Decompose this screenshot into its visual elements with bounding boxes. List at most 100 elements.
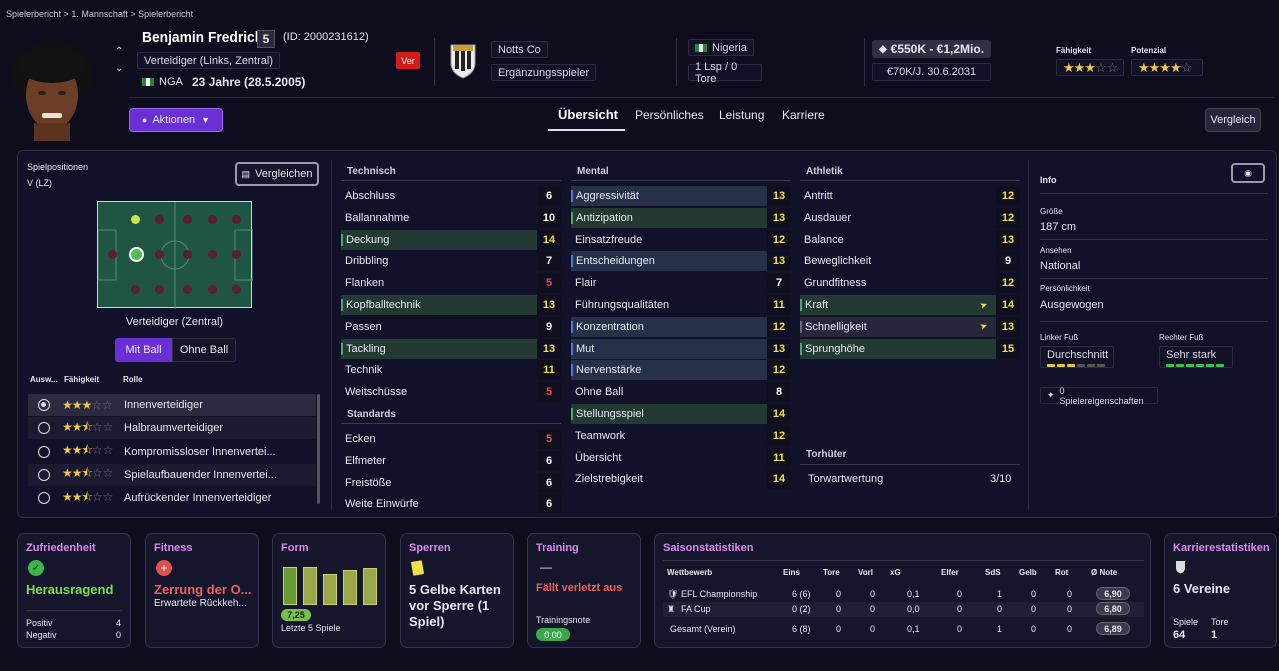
chevron-up-icon[interactable]: ⌃	[115, 46, 123, 57]
actions-button[interactable]: ● Aktionen ▼	[129, 108, 223, 132]
career-stats-card[interactable]: Karrierestatistiken 6 Vereine Spiele 64 …	[1164, 533, 1277, 648]
position-dot[interactable]	[232, 285, 241, 294]
attribute-row[interactable]: Kraft ➤ 14	[800, 295, 1020, 315]
role-radio[interactable]	[38, 399, 50, 411]
position-dot[interactable]	[208, 215, 217, 224]
role-row[interactable]: ★★⯪☆☆ Kompromissloser Innenvertei...	[28, 441, 316, 463]
breadcrumb-item[interactable]: Spielerbericht	[138, 9, 193, 19]
attribute-row[interactable]: Weitschüsse 5	[341, 382, 561, 403]
position-dot[interactable]	[208, 285, 217, 294]
attribute-value: 14	[767, 469, 791, 490]
compare-positions-button[interactable]: ▤ Vergleichen	[235, 162, 319, 186]
attribute-row[interactable]: Flanken 5	[341, 273, 561, 294]
attribute-row[interactable]: Stellungsspiel 14	[571, 404, 791, 424]
tab-performance[interactable]: Leistung	[719, 108, 764, 122]
attribute-row[interactable]: Elfmeter 6	[341, 450, 561, 471]
without-ball-toggle[interactable]: Ohne Ball	[172, 338, 236, 362]
info-settings-button[interactable]: ◉	[1231, 163, 1265, 183]
attribute-row[interactable]: Abschluss 6	[341, 186, 561, 206]
national-team[interactable]: Nigeria	[688, 39, 754, 56]
attribute-name: Stellungsspiel	[571, 408, 767, 420]
position-dot[interactable]	[232, 215, 241, 224]
attribute-row[interactable]: Ohne Ball 8	[571, 382, 791, 403]
attribute-row[interactable]: Übersicht 11	[571, 447, 791, 468]
form-bar[interactable]	[323, 574, 337, 605]
fitness-card[interactable]: Fitness + Zerrung der O... Erwartete Rüc…	[145, 533, 259, 648]
attribute-row[interactable]: Grundfitness 12	[800, 273, 1020, 294]
position-dot[interactable]	[108, 250, 117, 259]
attribute-row[interactable]: Passen 9	[341, 316, 561, 337]
attribute-row[interactable]: Freistöße 6	[341, 472, 561, 493]
attribute-row[interactable]: Antizipation 13	[571, 207, 791, 228]
role-radio[interactable]	[38, 492, 50, 505]
role-radio[interactable]	[38, 445, 50, 458]
position-dot[interactable]	[155, 215, 164, 224]
attribute-row[interactable]: Antritt 12	[800, 186, 1020, 206]
roles-scrollbar[interactable]	[317, 394, 320, 504]
tab-overview[interactable]: Übersicht	[558, 107, 618, 122]
attribute-row[interactable]: Flair 7	[571, 273, 791, 294]
attribute-row[interactable]: Nervenstärke 12	[571, 360, 791, 381]
form-bar[interactable]	[363, 568, 377, 605]
position-dot-dc-selected[interactable]	[129, 247, 144, 262]
chevron-down-icon[interactable]: ⌄	[115, 63, 123, 74]
position-dot[interactable]	[155, 285, 164, 294]
position-dot[interactable]	[155, 250, 164, 259]
position-dot[interactable]	[131, 285, 140, 294]
bans-card[interactable]: Sperren 5 Gelbe Karten vor Sperre (1 Spi…	[400, 533, 514, 648]
position-dot-dl[interactable]	[131, 215, 140, 224]
season-competition[interactable]: FA Cup	[681, 604, 711, 614]
role-radio[interactable]	[38, 422, 50, 435]
attribute-row[interactable]: Ausdauer 12	[800, 207, 1020, 228]
attribute-row[interactable]: Konzentration 12	[571, 316, 791, 337]
club-crest[interactable]	[449, 41, 477, 79]
breadcrumb-item[interactable]: Spielerbericht	[6, 9, 61, 19]
attribute-row[interactable]: Ecken 5	[341, 429, 561, 449]
attribute-row[interactable]: Kopfballtechnik 13	[341, 295, 561, 315]
role-radio[interactable]	[38, 468, 50, 481]
position-dot[interactable]	[183, 215, 192, 224]
attribute-row[interactable]: Weite Einwürfe 6	[341, 494, 561, 515]
form-bar[interactable]	[283, 567, 297, 605]
attribute-row[interactable]: Entscheidungen 13	[571, 251, 791, 272]
traits-button[interactable]: ✦ 0 Spielereigenschaften	[1040, 386, 1158, 406]
form-card[interactable]: Form 7,25 Letzte 5 Spiele	[272, 533, 386, 648]
role-row[interactable]: ★★⯪☆☆ Halbraumverteidiger	[28, 417, 316, 440]
breadcrumb-item[interactable]: 1. Mannschaft	[71, 9, 128, 19]
form-bar[interactable]	[303, 567, 317, 605]
attribute-row[interactable]: Tackling 13	[341, 338, 561, 359]
attribute-row[interactable]: Führungsqualitäten 11	[571, 295, 791, 315]
tab-personal[interactable]: Persönliches	[635, 108, 704, 122]
with-ball-toggle[interactable]: Mit Ball	[115, 338, 172, 362]
attribute-row[interactable]: Ballannahme 10	[341, 207, 561, 228]
role-row[interactable]: ★★★☆☆ Innenverteidiger	[28, 394, 316, 416]
position-dot[interactable]	[183, 250, 192, 259]
attribute-row[interactable]: Deckung 14	[341, 229, 561, 250]
position-dot[interactable]	[232, 250, 241, 259]
attribute-row[interactable]: Balance 13	[800, 229, 1020, 250]
compare-button[interactable]: Vergleich	[1205, 108, 1261, 132]
role-row[interactable]: ★★⯪☆☆ Aufrückender Innenverteidiger	[28, 487, 316, 509]
attribute-row[interactable]: Dribbling 7	[341, 251, 561, 272]
career-title: Karrierestatistiken	[1173, 542, 1270, 554]
attribute-row[interactable]: Sprunghöhe 15	[800, 338, 1020, 359]
position-dot[interactable]	[183, 285, 192, 294]
attribute-row[interactable]: Teamwork 12	[571, 425, 791, 446]
attribute-row[interactable]: Beweglichkeit 9	[800, 251, 1020, 272]
season-stats-card[interactable]: Saisonstatistiken Wettbewerb Eins Tore Vorl…	[654, 533, 1151, 648]
attribute-row[interactable]: Schnelligkeit ➤ 13	[800, 316, 1020, 337]
tab-career[interactable]: Karriere	[782, 108, 825, 122]
club-name[interactable]: Notts Co	[491, 41, 548, 58]
role-row[interactable]: ★★⯪☆☆ Spielaufbauender Innenvertei...	[28, 463, 316, 486]
attribute-row[interactable]: Technik 11	[341, 360, 561, 381]
season-competition[interactable]: Gesamt (Verein)	[670, 624, 736, 634]
position-dot[interactable]	[208, 250, 217, 259]
training-card[interactable]: Training — Fällt verletzt aus Trainingsn…	[527, 533, 641, 648]
happiness-card[interactable]: Zufriedenheit ✓ Herausragend Positiv 4 N…	[17, 533, 131, 648]
attribute-row[interactable]: Zielstrebigkeit 14	[571, 469, 791, 490]
attribute-row[interactable]: Mut 13	[571, 338, 791, 359]
attribute-row[interactable]: Aggressivität 13	[571, 186, 791, 206]
form-bar[interactable]	[343, 570, 357, 605]
attribute-row[interactable]: Einsatzfreude 12	[571, 229, 791, 250]
season-competition[interactable]: EFL Championship	[681, 589, 757, 599]
